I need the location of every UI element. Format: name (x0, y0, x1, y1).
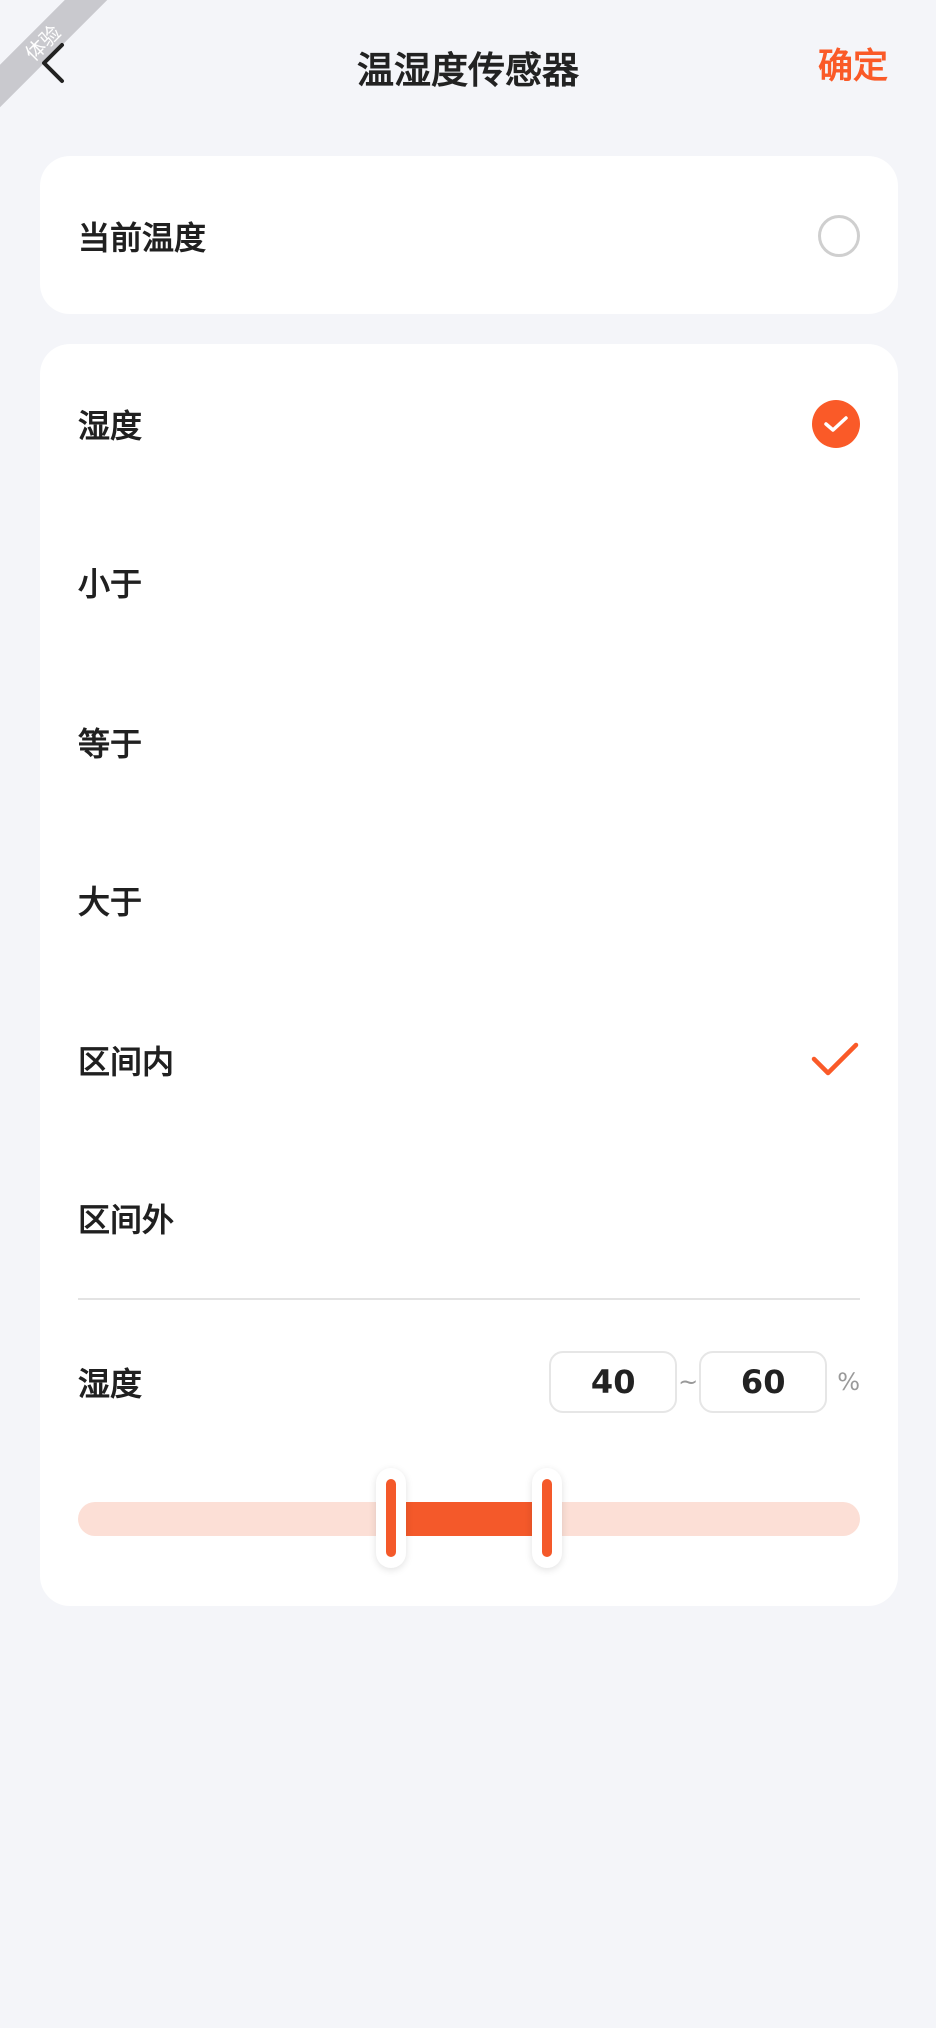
radio-unchecked-icon[interactable] (818, 215, 860, 257)
option-label: 等于 (78, 725, 143, 763)
min-value-input[interactable]: 40 (549, 1351, 678, 1413)
current-temperature-card: 当前温度 (40, 156, 898, 314)
humidity-card: 湿度 小于 等于 大于 区间内 区间外 湿度 40 ~ 60 % (40, 344, 898, 1606)
radio-checked-icon[interactable] (812, 400, 860, 448)
range-separator: ~ (678, 1368, 699, 1396)
option-within-range[interactable]: 区间内 (78, 1028, 860, 1092)
header: 温湿度传感器 确定 (0, 0, 936, 130)
current-temperature-option[interactable]: 当前温度 (78, 204, 860, 268)
option-equal-to[interactable]: 等于 (78, 710, 860, 774)
option-label: 大于 (78, 883, 143, 921)
option-label: 区间外 (78, 1201, 175, 1239)
unit-label: % (837, 1368, 860, 1396)
humidity-option[interactable]: 湿度 (78, 392, 860, 456)
range-input-row: 湿度 40 ~ 60 % (78, 1350, 860, 1414)
slider-selected-range (390, 1502, 548, 1536)
current-temperature-label: 当前温度 (78, 219, 207, 257)
slider-high-handle[interactable] (532, 1468, 563, 1568)
divider (78, 1298, 860, 1300)
handle-grip (542, 1479, 553, 1557)
slider-low-handle[interactable] (375, 1468, 406, 1568)
humidity-label: 湿度 (78, 407, 143, 445)
checkmark-icon (824, 416, 848, 432)
option-label: 区间内 (78, 1043, 175, 1081)
confirm-button[interactable]: 确定 (818, 38, 888, 89)
option-less-than[interactable]: 小于 (78, 550, 860, 614)
humidity-range-slider[interactable] (78, 1468, 860, 1568)
page-title: 温湿度传感器 (357, 49, 579, 92)
option-label: 小于 (78, 565, 143, 603)
range-label: 湿度 (78, 1365, 143, 1403)
handle-grip (385, 1479, 396, 1557)
option-greater-than[interactable]: 大于 (78, 868, 860, 932)
option-outside-range[interactable]: 区间外 (78, 1186, 860, 1250)
check-icon (811, 1042, 859, 1076)
max-value-input[interactable]: 60 (699, 1351, 828, 1413)
